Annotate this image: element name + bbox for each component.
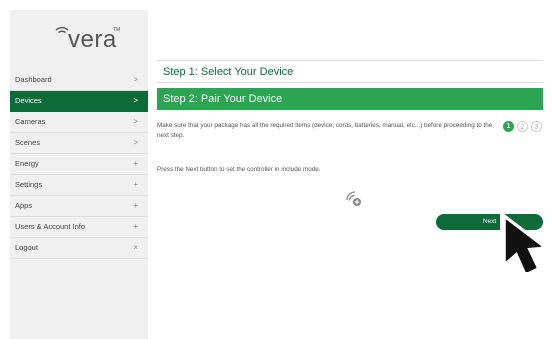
sidebar-item-settings[interactable]: Settings + bbox=[10, 175, 148, 196]
mouse-pointer-icon bbox=[500, 214, 542, 272]
sidebar-item-users-account-info[interactable]: Users & Account Info + bbox=[10, 217, 148, 238]
step-description: Make sure that your package has all the … bbox=[157, 122, 493, 139]
step2-header: Step 2: Pair Your Device bbox=[157, 88, 543, 110]
sidebar-item-devices[interactable]: Devices > bbox=[10, 91, 148, 112]
plus-icon: + bbox=[133, 222, 138, 231]
step1-header[interactable]: Step 1: Select Your Device bbox=[157, 60, 543, 83]
progress-step-1: 1 bbox=[503, 121, 514, 132]
sidebar-item-label: Devices bbox=[15, 96, 42, 105]
sidebar-item-dashboard[interactable]: Dashboard > bbox=[10, 70, 148, 91]
sidebar-item-label: Settings bbox=[15, 180, 43, 189]
sidebar-item-label: Cameras bbox=[15, 117, 46, 126]
vera-logo: vera TM bbox=[10, 10, 148, 68]
sidebar: vera TM Dashboard > Devices > Cameras > … bbox=[10, 10, 148, 339]
sidebar-item-label: Users & Account Info bbox=[15, 222, 86, 231]
sidebar-item-energy[interactable]: Energy + bbox=[10, 154, 148, 175]
plus-icon: + bbox=[133, 159, 138, 168]
sidebar-item-label: Logout bbox=[15, 243, 38, 252]
logo-text: vera bbox=[68, 26, 117, 53]
main-content: Step 1: Select Your Device Step 2: Pair … bbox=[157, 60, 543, 230]
sidebar-item-cameras[interactable]: Cameras > bbox=[10, 112, 148, 133]
sidebar-item-apps[interactable]: Apps + bbox=[10, 196, 148, 217]
sidebar-item-label: Scenes bbox=[15, 138, 41, 147]
progress-step-2: 2 bbox=[517, 121, 528, 132]
wifi-plus-icon bbox=[346, 191, 361, 206]
vera-wifi-logo-icon bbox=[55, 27, 69, 34]
logo-trademark: TM bbox=[113, 27, 121, 33]
sidebar-item-label: Energy bbox=[15, 159, 39, 168]
step-progress: 1 2 3 bbox=[503, 121, 543, 133]
chevron-right-icon: > bbox=[133, 96, 138, 105]
plus-icon: + bbox=[133, 180, 138, 189]
progress-step-3: 3 bbox=[531, 121, 542, 132]
close-icon: × bbox=[133, 243, 138, 252]
sidebar-item-label: Dashboard bbox=[15, 75, 52, 84]
sidebar-item-scenes[interactable]: Scenes > bbox=[10, 133, 148, 154]
sidebar-item-logout[interactable]: Logout × bbox=[10, 238, 148, 259]
sidebar-menu: Dashboard > Devices > Cameras > Scenes >… bbox=[10, 70, 148, 259]
chevron-right-icon: > bbox=[133, 117, 138, 126]
sidebar-item-label: Apps bbox=[15, 201, 33, 210]
chevron-right-icon: > bbox=[133, 138, 138, 147]
chevron-right-icon: > bbox=[133, 75, 138, 84]
include-mode-instruction: Press the Next button to set the control… bbox=[157, 166, 321, 173]
plus-icon: + bbox=[133, 201, 138, 210]
